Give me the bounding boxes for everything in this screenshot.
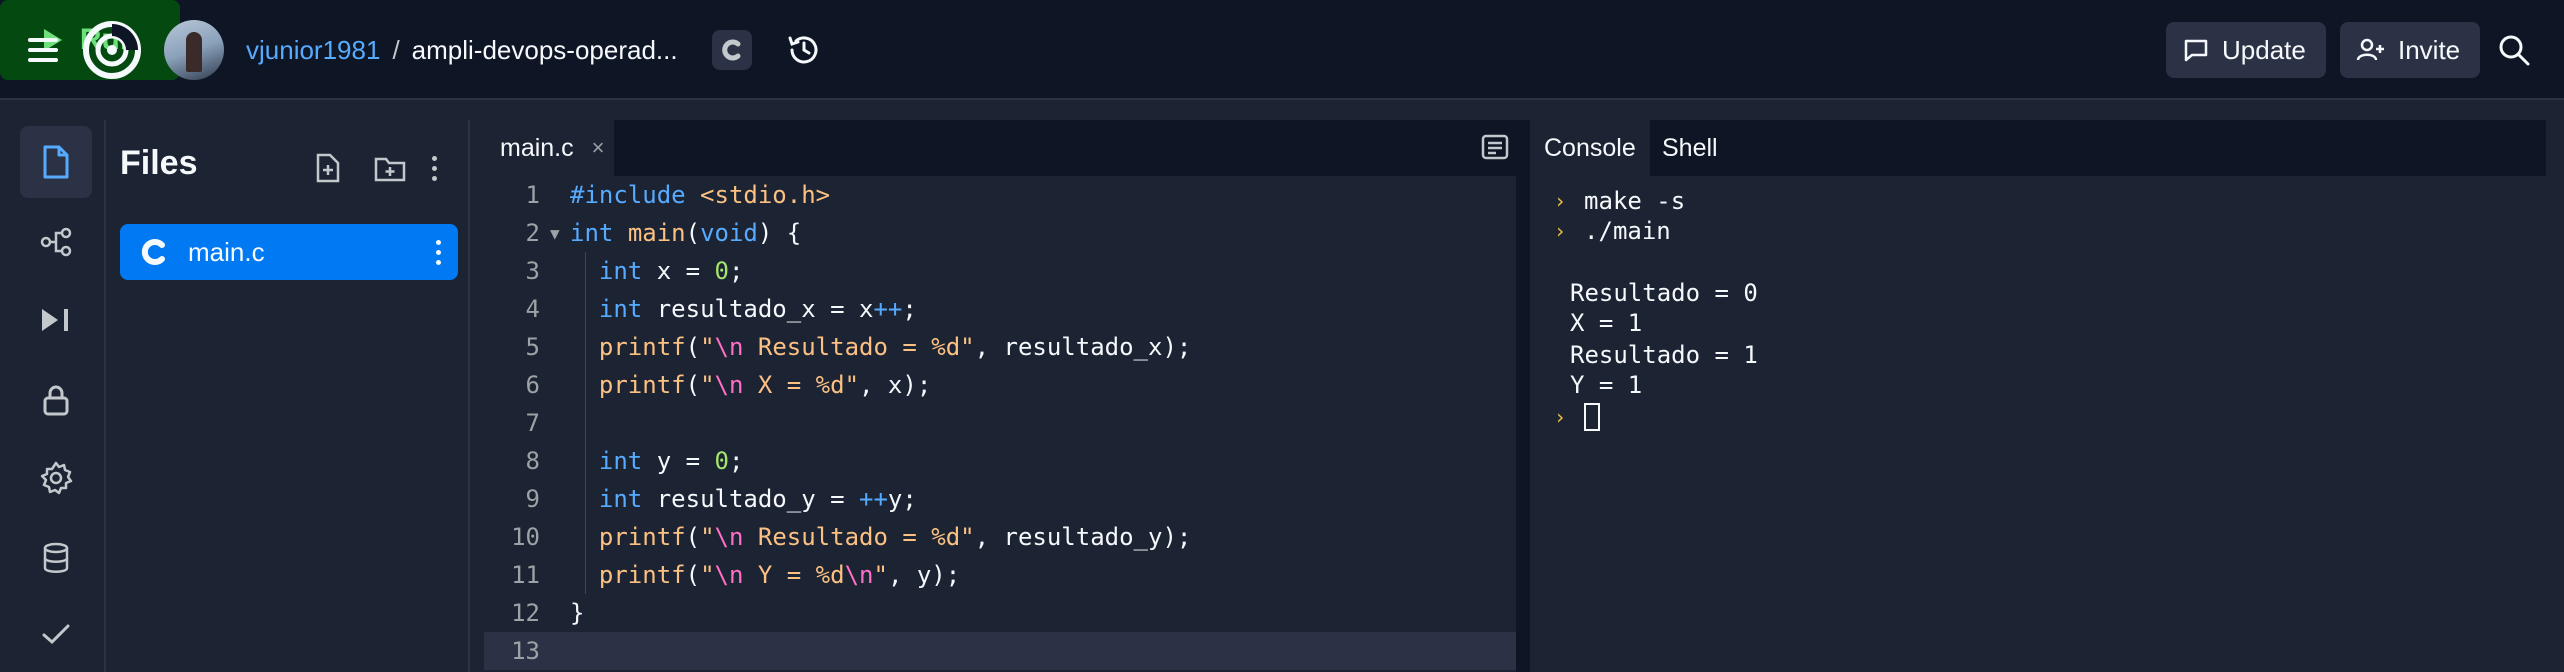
breadcrumb-separator: / xyxy=(392,34,400,65)
code-line: 3 int x = 0; xyxy=(484,252,1516,290)
files-title: Files xyxy=(120,144,198,182)
line-number: 8 xyxy=(525,447,540,475)
settings-gear-icon[interactable] xyxy=(20,442,92,514)
tab-shell[interactable]: Shell xyxy=(1648,120,1732,176)
console-tab-bar: Console Shell xyxy=(1530,120,2546,176)
line-number: 5 xyxy=(525,333,540,361)
code-line: 12 } xyxy=(484,594,1516,632)
code-line: 11 printf("\n Y = %d\n", y); xyxy=(484,556,1516,594)
prompt-chevron-icon: › xyxy=(1554,405,1567,429)
new-folder-icon[interactable] xyxy=(370,148,410,188)
code-line: 8 int y = 0; xyxy=(484,442,1516,480)
code-line: 5 printf("\n Resultado = %d", resultado_… xyxy=(484,328,1516,366)
add-user-icon xyxy=(2356,38,2384,61)
line-number: 6 xyxy=(525,371,540,399)
line-number: 11 xyxy=(511,561,540,589)
console-output-line: Y = 1 xyxy=(1570,371,1643,399)
tab-console[interactable]: Console xyxy=(1530,120,1650,176)
fold-chevron-icon[interactable]: ▼ xyxy=(550,224,570,243)
terminal-cursor xyxy=(1584,403,1601,431)
line-number: 13 xyxy=(511,637,540,665)
close-icon[interactable]: × xyxy=(592,135,605,161)
repl-name[interactable]: ampli-devops-operad... xyxy=(412,35,678,66)
console-panel: Console Shell › make -s › ./main Resultado… xyxy=(1530,120,2546,672)
username-link[interactable]: vjunior1981 xyxy=(246,35,380,66)
console-output-line: X = 1 xyxy=(1570,309,1643,337)
editor-panel: main.c × 1 #include <stdio.h> 2 ▼ int mai… xyxy=(484,120,1516,672)
code-editor[interactable]: 1 #include <stdio.h> 2 ▼ int main(void) {… xyxy=(484,176,1516,672)
secrets-lock-icon[interactable] xyxy=(20,364,92,436)
code-line: 4 int resultado_x = x++; xyxy=(484,290,1516,328)
code-line: 6 printf("\n X = %d", x); xyxy=(484,366,1516,404)
c-file-icon xyxy=(141,239,165,265)
code-line-current: 13 xyxy=(484,632,1516,670)
line-number: 7 xyxy=(525,409,540,437)
git-icon[interactable] xyxy=(20,206,92,278)
left-rail xyxy=(0,102,104,672)
file-item-main-c[interactable]: main.c xyxy=(120,224,458,280)
c-language-icon[interactable] xyxy=(712,30,752,70)
line-number: 4 xyxy=(525,295,540,323)
avatar[interactable] xyxy=(164,20,224,80)
line-number: 1 xyxy=(525,181,540,209)
history-icon[interactable] xyxy=(782,28,826,72)
search-icon[interactable] xyxy=(2492,28,2536,72)
top-bar: vjunior1981 / ampli-devops-operad... Run… xyxy=(0,0,2564,100)
code-line: 2 ▼ int main(void) { xyxy=(484,214,1516,252)
line-number: 3 xyxy=(525,257,540,285)
file-name: main.c xyxy=(188,236,265,267)
prompt-chevron-icon: › xyxy=(1554,219,1567,243)
line-number: 10 xyxy=(511,523,540,551)
tab-main-c[interactable]: main.c × xyxy=(484,120,614,176)
console-prompt-line: › xyxy=(1554,402,1601,432)
files-more-icon[interactable] xyxy=(414,148,454,188)
console-command: ./main xyxy=(1584,217,1671,245)
file-more-icon[interactable] xyxy=(428,232,448,272)
prompt-chevron-icon: › xyxy=(1554,189,1567,213)
code-line: 9 int resultado_y = ++y; xyxy=(484,480,1516,518)
line-number: 2 xyxy=(525,219,540,247)
pane-divider[interactable] xyxy=(1516,120,1530,672)
files-icon[interactable] xyxy=(20,126,92,198)
invite-label: Invite xyxy=(2398,34,2461,65)
breadcrumb: vjunior1981 / ampli-devops-operad... xyxy=(246,30,678,70)
database-icon[interactable] xyxy=(20,522,92,594)
debugger-icon[interactable] xyxy=(20,284,92,356)
tab-label: main.c xyxy=(500,133,574,162)
code-line: 10 printf("\n Resultado = %d", resultado… xyxy=(484,518,1516,556)
new-file-icon[interactable] xyxy=(308,148,348,188)
console-output-line: Resultado = 0 xyxy=(1570,279,1758,307)
files-panel: Files main.c xyxy=(104,120,470,672)
invite-button[interactable]: Invite xyxy=(2340,22,2480,78)
console-command: make -s xyxy=(1584,187,1686,215)
console-output-line: Resultado = 1 xyxy=(1570,341,1758,369)
hamburger-icon[interactable] xyxy=(22,30,62,70)
editor-options-icon[interactable] xyxy=(1480,132,1512,164)
line-number: 9 xyxy=(525,485,540,513)
update-button[interactable]: Update xyxy=(2166,22,2326,78)
console-output[interactable]: › make -s › ./main Resultado = 0 X = 1 Res… xyxy=(1530,176,2546,672)
console-command-line: › ./main xyxy=(1554,216,1671,246)
editor-tab-bar: main.c × xyxy=(484,120,1516,176)
line-number: 12 xyxy=(511,599,540,627)
console-command-line: › make -s xyxy=(1554,186,1685,216)
checkmark-icon[interactable] xyxy=(20,598,92,670)
code-line: 7 xyxy=(484,404,1516,442)
update-label: Update xyxy=(2222,34,2306,65)
chat-bubble-icon xyxy=(2184,39,2208,62)
code-line: 1 #include <stdio.h> xyxy=(484,176,1516,214)
replit-logo-icon[interactable] xyxy=(82,20,142,80)
